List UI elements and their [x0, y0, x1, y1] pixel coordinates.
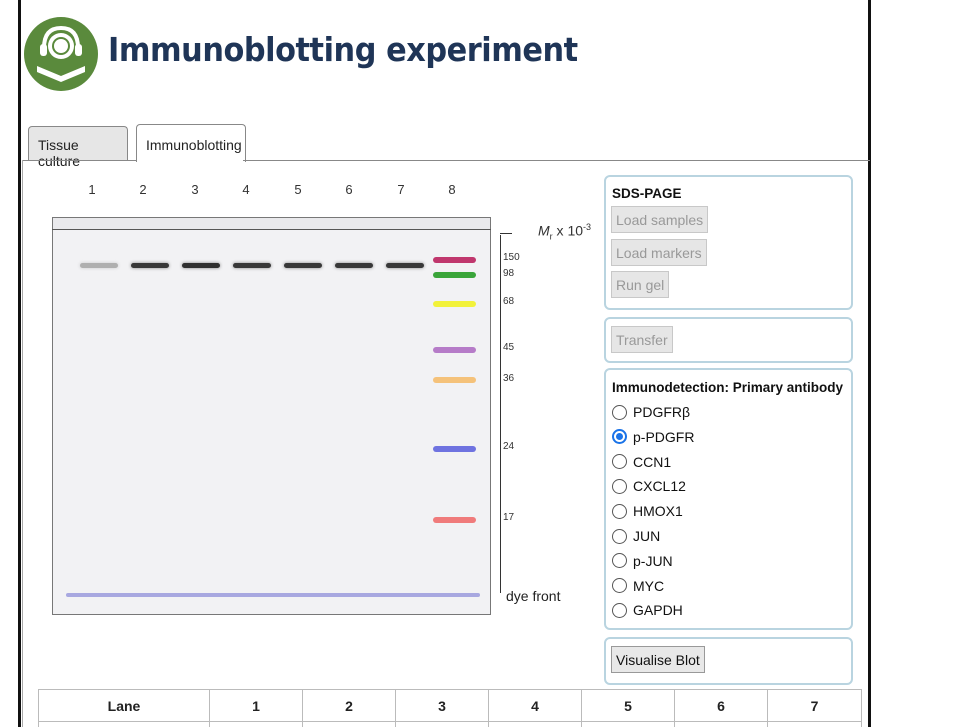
table-header: 6 — [674, 689, 768, 722]
antibody-option-jun[interactable]: JUN — [612, 526, 660, 546]
load-markers-button[interactable]: Load markers — [611, 239, 707, 266]
scale-label: 24 — [503, 441, 515, 452]
radio-button[interactable] — [612, 602, 627, 618]
sds-page-panel: SDS-PAGE Load samples Load markers Run g… — [604, 175, 853, 310]
lane-number: 3 — [191, 182, 199, 197]
scale-label: 98 — [503, 268, 515, 279]
dye-front-label: dye front — [506, 588, 561, 604]
marker-band-24 — [433, 446, 476, 452]
transfer-panel: Transfer — [604, 317, 853, 363]
load-samples-button[interactable]: Load samples — [611, 206, 709, 233]
lane-table: Lane 1 2 3 4 5 6 7 — [38, 689, 862, 727]
transfer-button[interactable]: Transfer — [611, 326, 673, 353]
antibody-option-p-pdgfr[interactable]: p-PDGFR — [612, 427, 694, 447]
radio-button[interactable] — [612, 553, 627, 569]
antibody-option-cxcl12[interactable]: CXCL12 — [612, 476, 686, 496]
table-header: 1 — [209, 689, 303, 722]
radio-button[interactable] — [612, 429, 627, 445]
marker-band-45 — [433, 347, 476, 353]
lane-number: 4 — [242, 182, 250, 197]
radio-button[interactable] — [612, 528, 627, 544]
table-header: 5 — [581, 689, 675, 722]
tab-tissue-culture[interactable]: Tissue culture — [28, 126, 128, 169]
page-title: Immunoblotting experiment — [108, 30, 578, 69]
left-frame-border — [18, 0, 21, 727]
radio-button[interactable] — [612, 503, 627, 519]
sds-page-title: SDS-PAGE — [612, 186, 682, 201]
lane-number: 1 — [88, 182, 96, 197]
scale-label: 17 — [503, 512, 515, 523]
mw-scale — [500, 235, 501, 593]
radio-label: p-PDGFR — [633, 428, 695, 445]
mr-axis-label: Mr x 10-3 — [538, 222, 592, 242]
antibody-option-ccn1[interactable]: CCN1 — [612, 452, 671, 472]
lane-number: 6 — [345, 182, 353, 197]
lane-number: 2 — [139, 182, 147, 197]
marker-band-98 — [433, 272, 476, 278]
table-header: 3 — [395, 689, 489, 722]
marker-band-17 — [433, 517, 476, 523]
antibody-option-gapdh[interactable]: GAPDH — [612, 600, 683, 620]
sample-band — [233, 263, 271, 268]
gel-wells — [53, 218, 490, 229]
radio-label: HMOX1 — [633, 503, 683, 520]
immunodetection-title: Immunodetection: Primary antibody — [612, 380, 844, 395]
radio-label: MYC — [633, 577, 665, 594]
radio-label: GAPDH — [633, 602, 683, 619]
table-header: 4 — [488, 689, 582, 722]
gel-top-line — [52, 229, 491, 230]
lane-number: 5 — [294, 182, 302, 197]
sample-band — [182, 263, 220, 268]
table-header: 7 — [767, 689, 862, 722]
radio-label: JUN — [633, 528, 661, 544]
scale-label: 36 — [503, 373, 515, 384]
visualise-panel: Visualise Blot — [604, 637, 853, 685]
tab-immunoblotting[interactable]: Immunoblotting — [136, 124, 246, 162]
scale-label: 68 — [503, 296, 515, 307]
radio-label: PDGFRβ — [633, 404, 691, 420]
sample-band — [335, 263, 373, 268]
app-logo — [22, 10, 100, 98]
table-header: 2 — [302, 689, 396, 722]
radio-button[interactable] — [612, 404, 627, 420]
table-row — [38, 721, 862, 727]
run-gel-button[interactable]: Run gel — [611, 271, 670, 298]
radio-label: CXCL12 — [633, 478, 686, 495]
radio-label: p-JUN — [633, 552, 673, 569]
sample-band — [284, 263, 322, 268]
panel-border — [22, 160, 23, 727]
antibody-option-pdgfr-[interactable]: PDGFRβ — [612, 402, 690, 422]
gel-image — [52, 217, 491, 615]
right-frame-border — [868, 0, 871, 727]
antibody-option-p-jun[interactable]: p-JUN — [612, 551, 673, 571]
scale-label: 45 — [503, 342, 515, 353]
table-header: Lane — [38, 689, 210, 722]
antibody-option-hmox1[interactable]: HMOX1 — [612, 501, 683, 521]
lane-number: 7 — [397, 182, 405, 197]
marker-band-68 — [433, 301, 476, 307]
visualise-blot-button[interactable]: Visualise Blot — [611, 646, 705, 673]
radio-button[interactable] — [612, 478, 627, 494]
sample-band — [386, 263, 424, 268]
sample-band — [131, 263, 169, 268]
scale-label: 150 — [503, 252, 520, 263]
radio-button[interactable] — [612, 578, 627, 594]
radio-label: CCN1 — [633, 453, 672, 470]
radio-button[interactable] — [612, 454, 627, 470]
sample-band — [80, 263, 118, 268]
immunodetection-panel: Immunodetection: Primary antibody PDGFRβ… — [604, 368, 853, 630]
marker-band-150 — [433, 257, 476, 263]
lane-number: 8 — [448, 182, 456, 197]
dye-front-line — [66, 593, 480, 597]
marker-band-36 — [433, 377, 476, 383]
antibody-option-myc[interactable]: MYC — [612, 576, 664, 596]
